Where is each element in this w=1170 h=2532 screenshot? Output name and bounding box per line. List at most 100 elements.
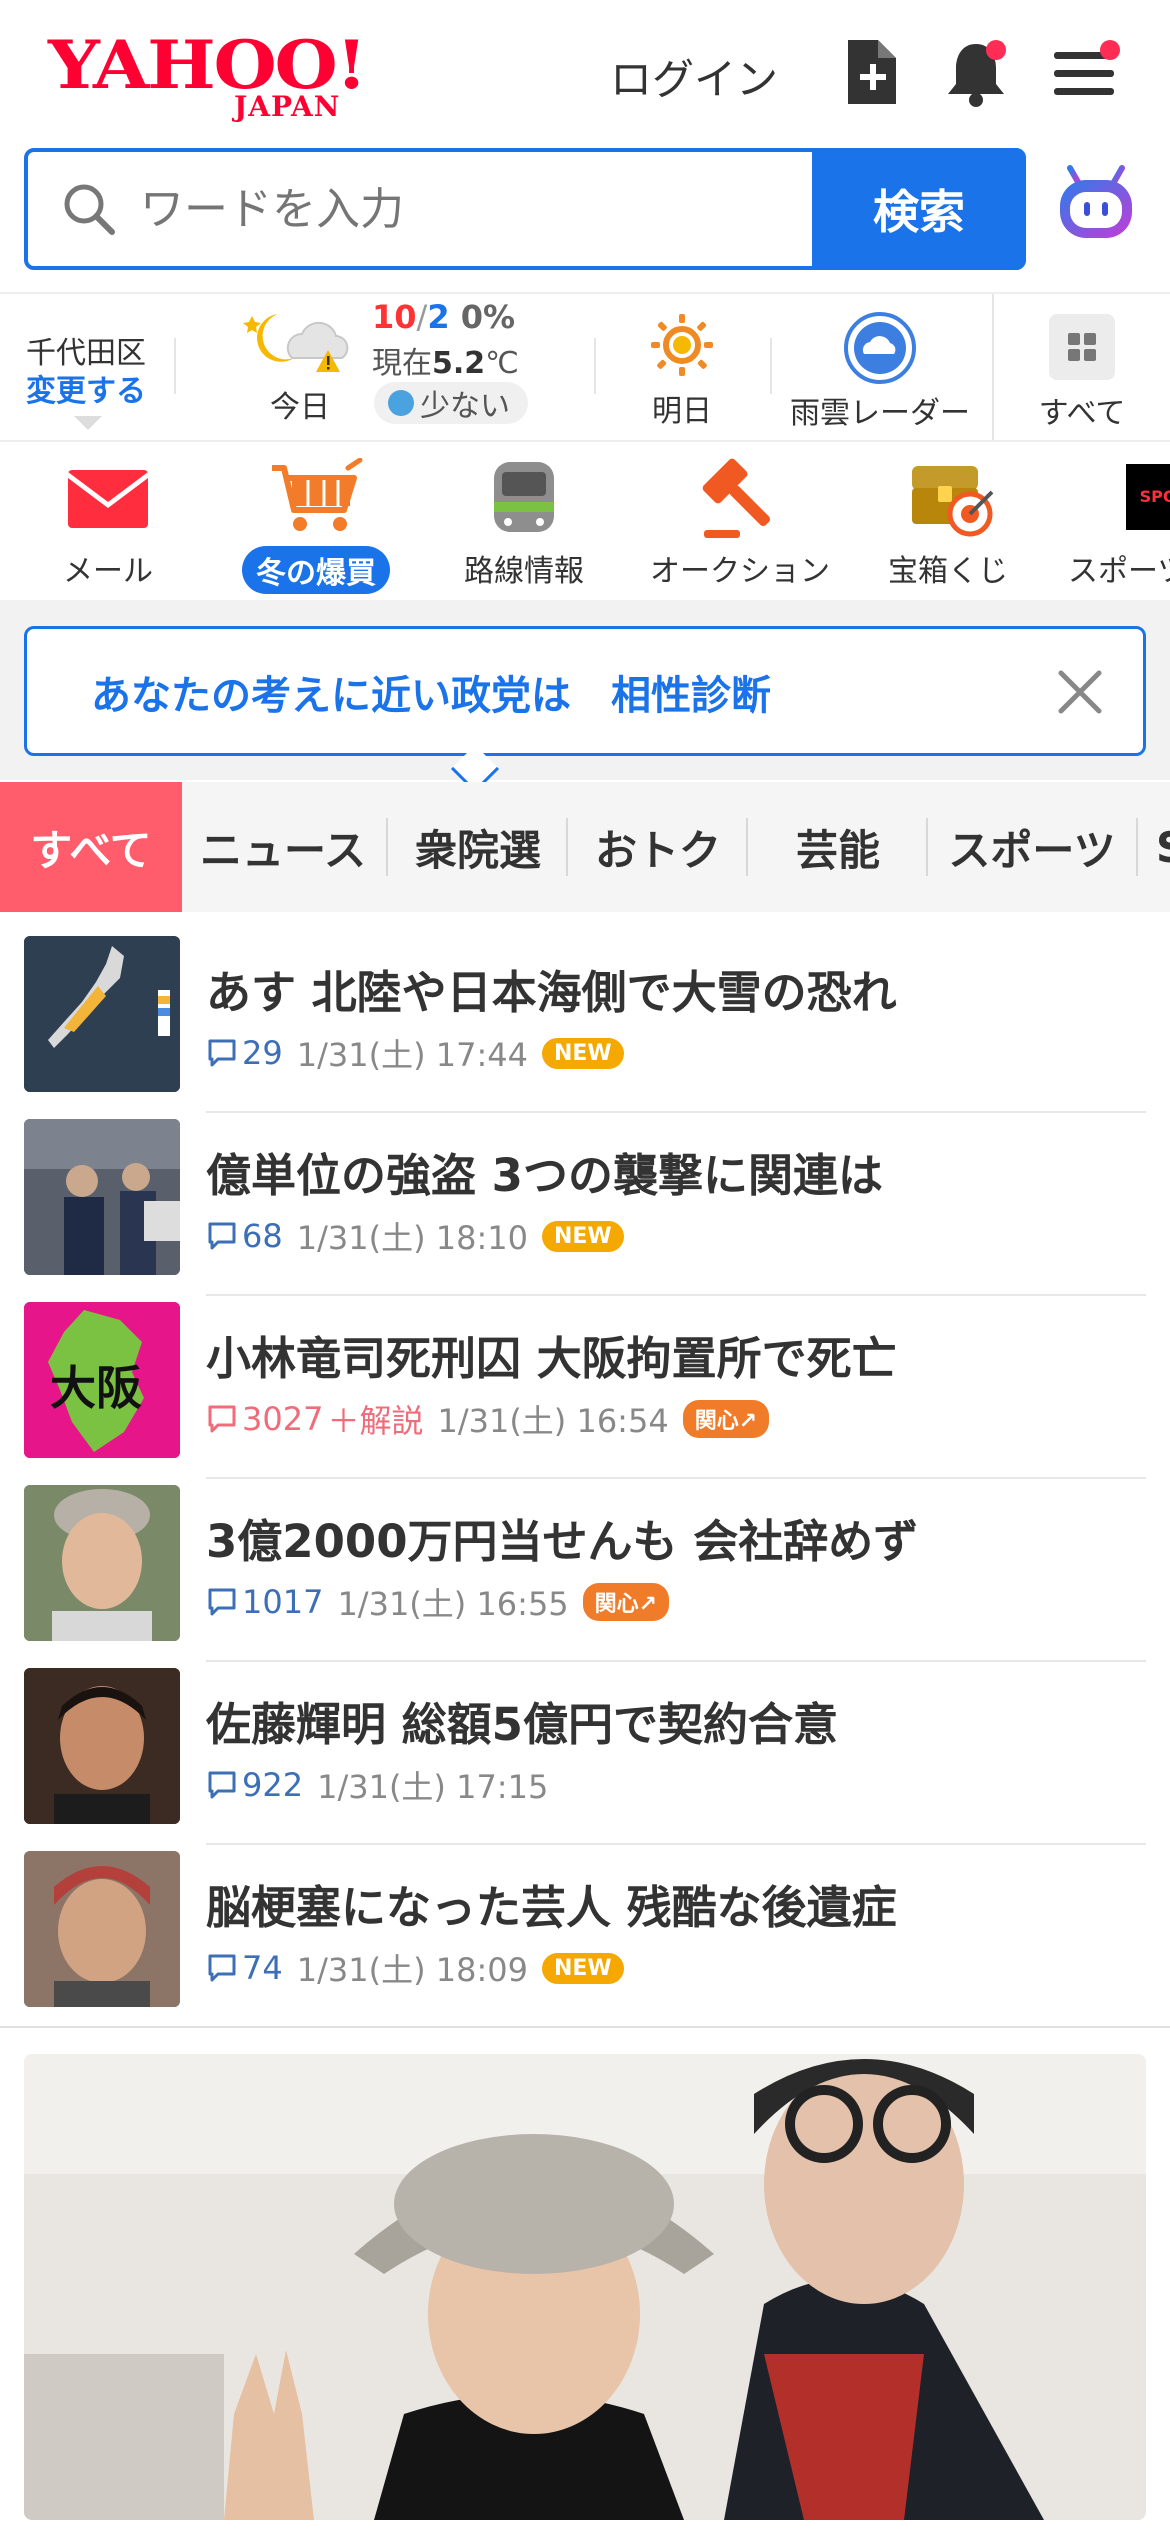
precip-chance: 0%	[460, 298, 516, 336]
news-thumbnail: 大阪	[24, 1302, 180, 1458]
menu-dot	[1100, 40, 1120, 60]
low-temp: 2	[427, 298, 450, 336]
service-auction[interactable]: オークション	[640, 446, 840, 600]
news-item[interactable]: 3億2000万円当せんも 会社辞めず 1017 1/31(土) 16:55 関心…	[0, 1479, 1170, 1662]
news-thumbnail	[24, 1668, 180, 1824]
tab-all[interactable]: すべて	[0, 782, 182, 912]
list-divider	[0, 2026, 1170, 2028]
notification-bell-icon[interactable]	[942, 36, 1010, 108]
radar-label: 雨雲レーダー	[790, 396, 970, 431]
news-date: 1/31(土) 16:54	[437, 1402, 669, 1440]
logo-sub-text: JAPAN	[234, 90, 341, 123]
login-link[interactable]: ログイン	[610, 46, 778, 107]
all-label: すべて	[1038, 396, 1126, 431]
service-treasure-lottery[interactable]: 宝箱くじ	[878, 446, 1018, 600]
change-location-link[interactable]: 変更する	[26, 366, 146, 410]
close-icon[interactable]	[1057, 669, 1103, 719]
temperature-high-low: 10/2 0%	[372, 298, 516, 336]
news-title: 3億2000万円当せんも 会社辞めず	[206, 1515, 919, 1568]
high-temp: 10	[372, 298, 417, 336]
gavel-icon	[702, 458, 771, 538]
comment-icon	[208, 1954, 236, 1982]
news-meta: 29 1/31(土) 17:44 NEW	[206, 1030, 624, 1076]
notification-dot	[986, 40, 1006, 60]
interest-badge: 関心↗	[682, 1400, 770, 1438]
news-meta: 922 1/31(土) 17:15	[206, 1762, 548, 1808]
news-title: 億単位の強盗 3つの襲撃に関連は	[206, 1149, 883, 1202]
comment-icon	[208, 1405, 236, 1433]
weather-bar: 千代田区 変更する 今日 10/2 0% 現在5.2℃ 少ない 明日 雨雲レーダ…	[0, 292, 1170, 442]
search-bar: 検索	[24, 148, 1026, 270]
news-item[interactable]: 大阪 小林竜司死刑囚 大阪拘置所で死亡 3027 ＋解説 1/31(土) 16:…	[0, 1296, 1170, 1479]
pollen-face-icon	[388, 390, 414, 416]
new-badge: NEW	[541, 1037, 624, 1069]
sports-logo-icon: SPO	[1126, 464, 1170, 530]
service-transit[interactable]: 路線情報	[456, 446, 592, 600]
tomorrow-weather[interactable]: 明日	[636, 312, 728, 430]
comment-icon	[208, 1222, 236, 1250]
party-match-banner[interactable]: あなたの考えに近い政党は 相性診断	[24, 626, 1146, 756]
news-item[interactable]: あす 北陸や日本海側で大雪の恐れ 29 1/31(土) 17:44 NEW	[0, 930, 1170, 1113]
news-thumbnail	[24, 1485, 180, 1641]
news-item[interactable]: 脳梗塞になった芸人 残酷な後遺症 74 1/31(土) 18:09 NEW	[0, 1845, 1170, 2028]
service-mail[interactable]: メール	[40, 446, 176, 600]
new-badge: NEW	[541, 1952, 624, 1984]
moon-cloud-icon	[236, 306, 366, 380]
yahoo-japan-logo[interactable]: YAHOO! JAPAN	[48, 30, 367, 123]
header: YAHOO! JAPAN ログイン	[0, 0, 1170, 140]
new-badge: NEW	[541, 1220, 624, 1252]
services-row: メール 冬の爆買 路線情報 オークション 宝箱くじ SPO スポー	[0, 446, 1170, 600]
mail-icon	[68, 470, 148, 528]
news-meta: 1017 1/31(土) 16:55 関心↗	[206, 1579, 670, 1625]
service-winter-sale[interactable]: 冬の爆買	[236, 446, 396, 600]
tab-deals[interactable]: おトク	[572, 782, 744, 912]
news-thumbnail	[24, 1851, 180, 2007]
radar-icon	[844, 312, 916, 384]
tab-entertainment[interactable]: 芸能	[752, 782, 924, 912]
news-date: 1/31(土) 18:09	[296, 1951, 528, 1989]
news-meta: 3027 ＋解説 1/31(土) 16:54 関心↗	[206, 1396, 770, 1442]
comment-icon	[208, 1588, 236, 1616]
menu-icon[interactable]	[1052, 36, 1120, 108]
tab-more[interactable]: S	[1142, 782, 1170, 912]
news-item[interactable]: 佐藤輝明 総額5億円で契約合意 922 1/31(土) 17:15	[0, 1662, 1170, 1845]
tab-election[interactable]: 衆院選	[392, 782, 564, 912]
service-sports[interactable]: SPO スポーツ	[1068, 446, 1170, 600]
news-date: 1/31(土) 16:55	[337, 1585, 569, 1623]
news-item[interactable]: 億単位の強盗 3つの襲撃に関連は 68 1/31(土) 18:10 NEW	[0, 1113, 1170, 1296]
comment-icon	[208, 1771, 236, 1799]
news-thumbnail	[24, 1119, 180, 1275]
all-services-button[interactable]: すべて	[1030, 314, 1134, 432]
location-caret	[74, 416, 102, 430]
news-title: 佐藤輝明 総額5億円で契約合意	[206, 1698, 838, 1751]
news-meta: 68 1/31(土) 18:10 NEW	[206, 1213, 624, 1259]
tomorrow-label: 明日	[652, 394, 712, 429]
sun-icon	[651, 314, 713, 376]
news-title: あす 北陸や日本海側で大雪の恐れ	[206, 966, 897, 1019]
comment-icon	[208, 1039, 236, 1067]
banner-text: あなたの考えに近い政党は 相性診断	[91, 673, 771, 719]
search-icon	[62, 182, 118, 242]
news-title: 脳梗塞になった芸人 残酷な後遺症	[206, 1881, 897, 1934]
commentary-label: ＋解説	[327, 1402, 424, 1440]
train-icon	[494, 462, 554, 532]
category-tabs: すべて ニュース 衆院選 おトク 芸能 スポーツ S	[0, 782, 1170, 912]
feature-photo[interactable]	[24, 2054, 1146, 2520]
news-title: 小林竜司死刑囚 大阪拘置所で死亡	[206, 1332, 897, 1385]
news-date: 1/31(土) 18:10	[296, 1219, 528, 1257]
ai-assistant-icon[interactable]	[1056, 164, 1136, 254]
search-input[interactable]	[140, 178, 800, 240]
comment-count: 922	[206, 1766, 303, 1804]
comment-count: 3027 ＋解説	[206, 1396, 423, 1442]
tab-sports[interactable]: スポーツ	[932, 782, 1132, 912]
comment-count: 68	[206, 1217, 283, 1255]
thumbnail-caption: 大阪	[50, 1361, 142, 1415]
comment-count: 1017	[206, 1583, 323, 1621]
pollen-badge: 少ない	[374, 382, 528, 424]
comment-count: 74	[206, 1949, 283, 1987]
search-button[interactable]: 検索	[812, 148, 1026, 270]
new-document-icon[interactable]	[838, 36, 906, 108]
tab-news[interactable]: ニュース	[188, 782, 378, 912]
news-thumbnail	[24, 936, 180, 1092]
rain-radar[interactable]: 雨雲レーダー	[790, 310, 970, 432]
